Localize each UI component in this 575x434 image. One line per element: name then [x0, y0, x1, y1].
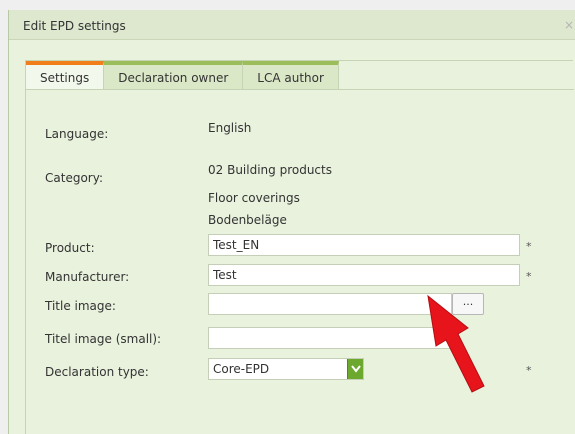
- manufacturer-label: Manufacturer:: [45, 270, 130, 284]
- red-arrow-annotation: [427, 294, 485, 393]
- dialog-title: Edit EPD settings: [23, 19, 126, 33]
- category-value-2: Floor coverings: [208, 191, 300, 205]
- category-label: Category:: [45, 171, 103, 185]
- manufacturer-required-mark: *: [526, 270, 532, 283]
- title-image-label: Title image:: [45, 299, 116, 313]
- language-value: English: [208, 121, 252, 135]
- title-image-small-label: Titel image (small):: [45, 332, 162, 346]
- declaration-type-required-mark: *: [526, 364, 532, 377]
- declaration-type-value: Core-EPD: [213, 362, 270, 376]
- product-input[interactable]: [208, 234, 520, 256]
- tab-settings[interactable]: Settings: [26, 61, 105, 89]
- tab-divider: [26, 89, 574, 90]
- chevron-down-icon[interactable]: [347, 359, 363, 379]
- product-label: Product:: [45, 241, 95, 255]
- language-label: Language:: [45, 127, 109, 141]
- close-icon[interactable]: ×: [564, 18, 574, 32]
- manufacturer-input[interactable]: [208, 264, 520, 286]
- tab-declaration-owner[interactable]: Declaration owner: [104, 61, 244, 89]
- category-value-1: 02 Building products: [208, 163, 332, 177]
- tab-lca-author[interactable]: LCA author: [243, 61, 339, 89]
- declaration-type-label: Declaration type:: [45, 365, 149, 379]
- tab-bar: Settings Declaration owner LCA author: [26, 61, 339, 89]
- dialog-titlebar: Edit EPD settings ×: [9, 10, 575, 40]
- category-value-3: Bodenbeläge: [208, 213, 287, 227]
- declaration-type-select[interactable]: Core-EPD: [208, 358, 364, 380]
- product-required-mark: *: [526, 240, 532, 253]
